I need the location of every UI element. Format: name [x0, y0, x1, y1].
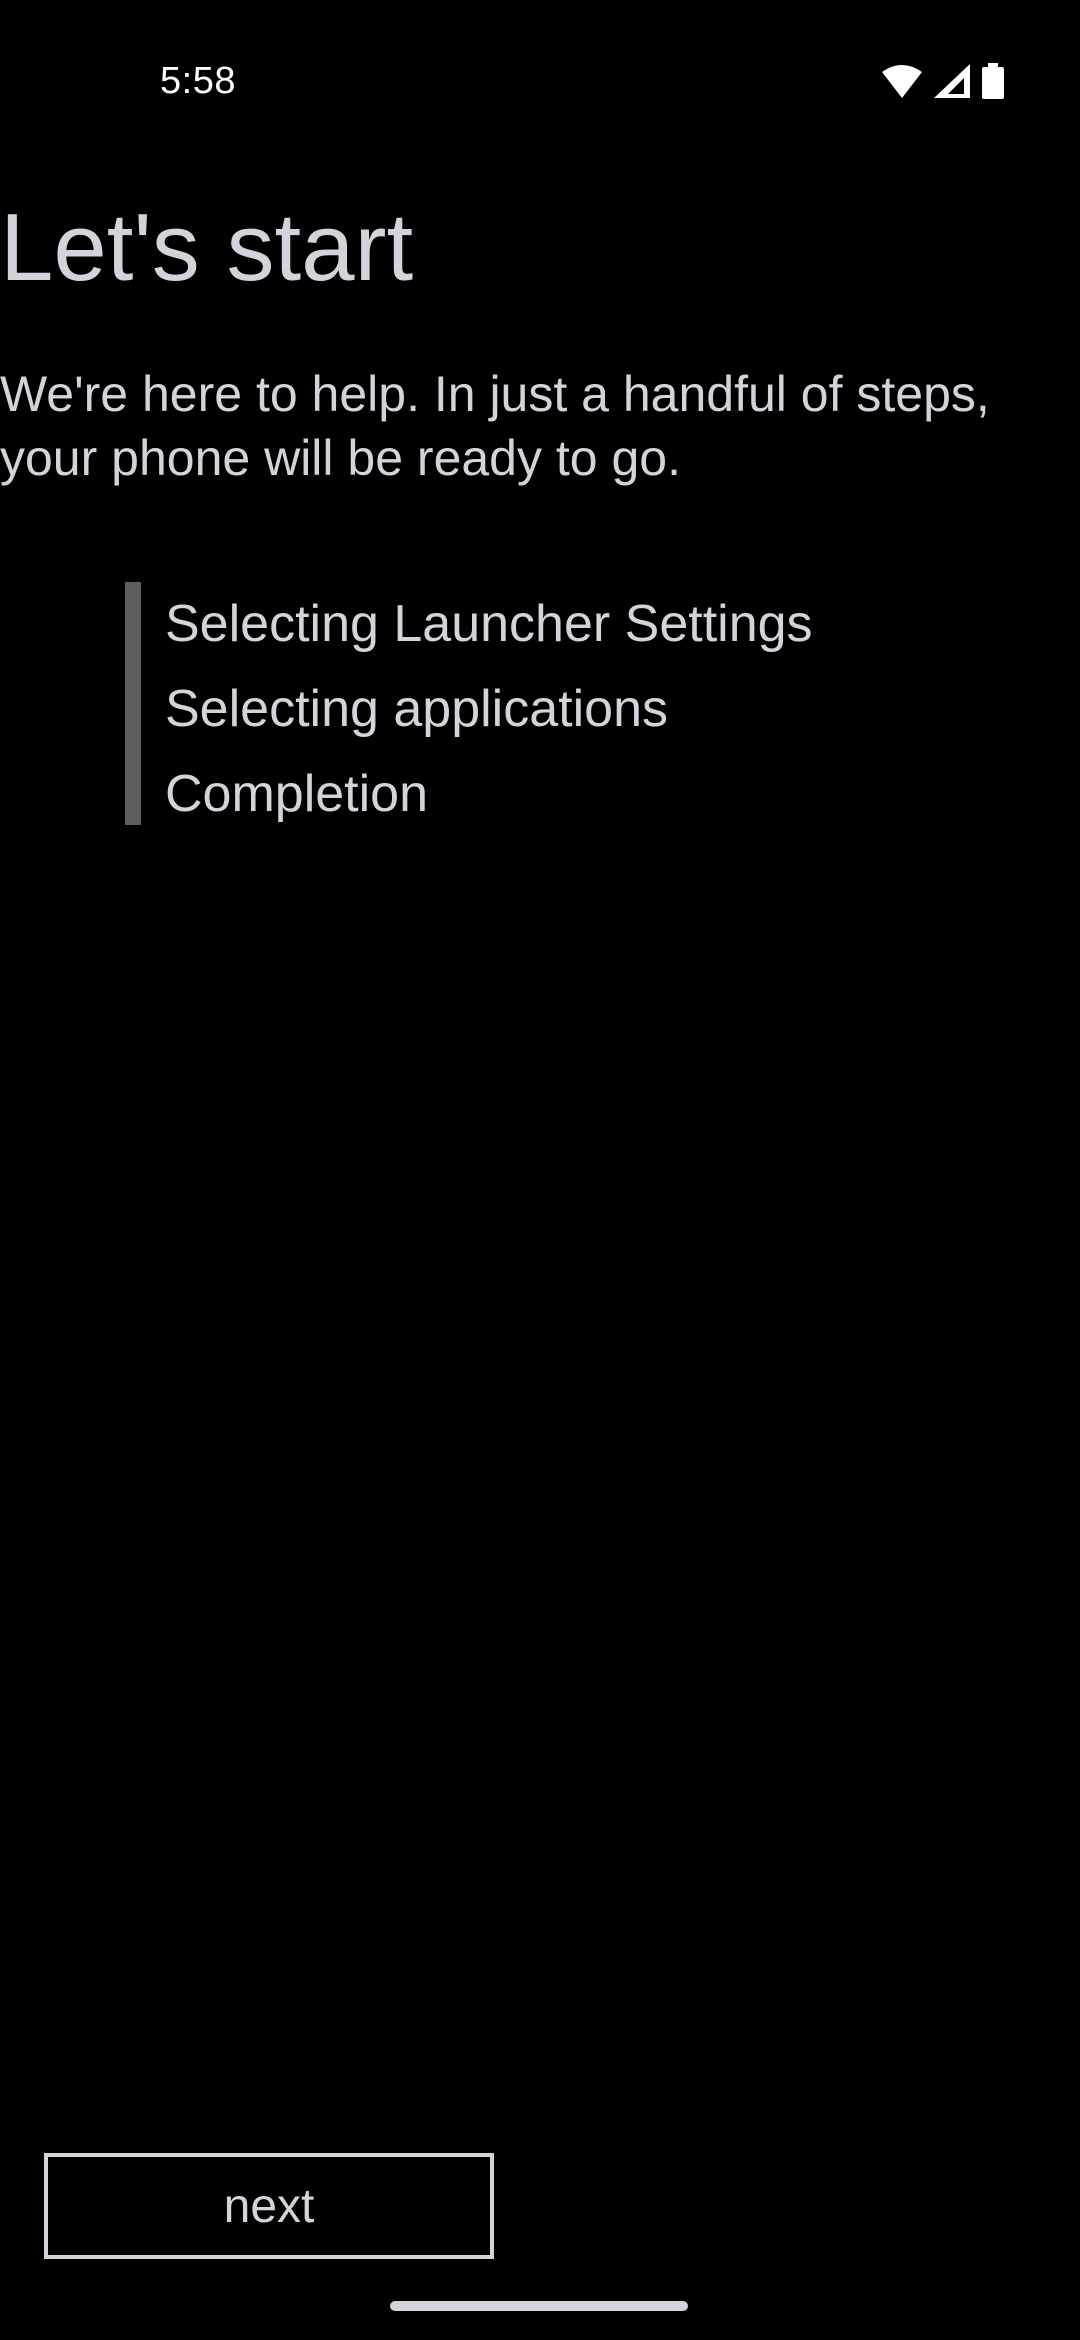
status-time: 5:58 [160, 60, 236, 102]
next-button[interactable]: next [44, 2153, 494, 2259]
step-applications: Selecting applications [165, 680, 668, 738]
status-bar: 5:58 [0, 0, 1080, 170]
cell-signal-icon [934, 64, 970, 98]
step-completion: Completion [165, 765, 429, 823]
page-title: Let's start [0, 194, 414, 301]
battery-icon [982, 63, 1004, 99]
wifi-icon [882, 64, 922, 98]
home-indicator[interactable] [390, 2301, 688, 2311]
intro-text: We're here to help. In just a handful of… [0, 366, 990, 486]
steps-bar [125, 582, 141, 825]
status-icons [882, 62, 1004, 100]
step-launcher-settings: Selecting Launcher Settings [165, 595, 813, 653]
steps-list: Selecting Launcher Settings Selecting ap… [125, 582, 1025, 825]
steps-items: Selecting Launcher Settings Selecting ap… [165, 582, 813, 837]
